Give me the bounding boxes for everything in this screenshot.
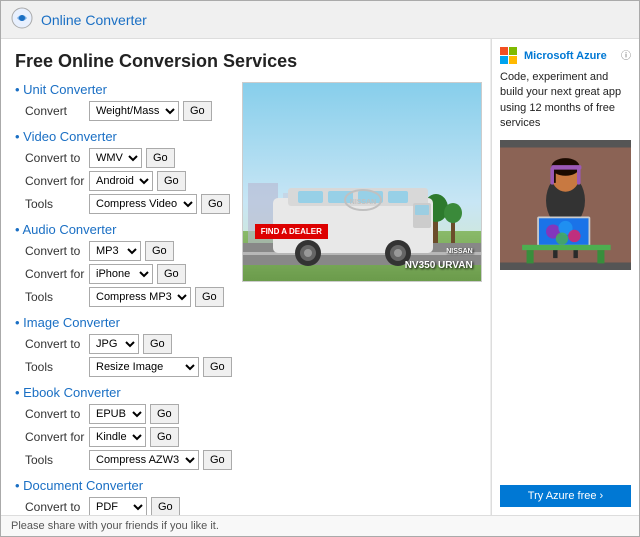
row-doc-to: Convert to PDFDOCDOCXTXT Go <box>15 497 232 515</box>
converters-list: Unit Converter Convert Weight/Mass Lengt… <box>15 82 232 515</box>
main-window: Online Converter Free Online Conversion … <box>0 0 640 537</box>
section-image: Image Converter Convert to JPGPNGGIFBMP … <box>15 315 232 377</box>
svg-text:NISSAN: NISSAN <box>349 199 375 206</box>
section-title-video[interactable]: Video Converter <box>15 129 232 144</box>
row-image-to: Convert to JPGPNGGIFBMP Go <box>15 334 232 354</box>
try-azure-button[interactable]: Try Azure free › <box>500 485 631 507</box>
section-video: Video Converter Convert to WMVMP4AVIMOV … <box>15 129 232 214</box>
nissan-ad-container: ⓘ × <box>242 82 487 515</box>
row-ebook-for: Convert for KindleiPadKobo Go <box>15 427 232 447</box>
section-unit: Unit Converter Convert Weight/Mass Lengt… <box>15 82 232 121</box>
azure-ad: Microsoft Azure ⓘ Code, experiment and b… <box>491 39 639 515</box>
go-ebook-tools-button[interactable]: Go <box>203 450 232 470</box>
app-icon <box>11 7 33 32</box>
go-video-for-button[interactable]: Go <box>157 171 186 191</box>
app-title: Online Converter <box>41 12 147 28</box>
select-doc-format[interactable]: PDFDOCDOCXTXT <box>89 497 147 515</box>
row-video-for: Convert for AndroidiPhoneiPad Go <box>15 171 232 191</box>
row-audio-tools: Tools Compress MP3Trim Audio Go <box>15 287 232 307</box>
select-video-tools[interactable]: Compress VideoTrim Video <box>89 194 197 214</box>
select-ebook-format[interactable]: EPUBMOBIPDFAZW3 <box>89 404 146 424</box>
label-audio-tools: Tools <box>25 290 85 304</box>
footer-bar: Please share with your friends if you li… <box>1 515 639 536</box>
label-video-for: Convert for <box>25 174 85 188</box>
label-video-to: Convert to <box>25 151 85 165</box>
select-ebook-tools[interactable]: Compress AZW3Split Ebook <box>89 450 199 470</box>
row-audio-for: Convert for iPhoneAndroidiPad Go <box>15 264 232 284</box>
page-title: Free Online Conversion Services <box>15 51 476 72</box>
content-area: Free Online Conversion Services Unit Con… <box>1 39 639 515</box>
select-image-format[interactable]: JPGPNGGIFBMP <box>89 334 139 354</box>
label-unit-convert: Convert <box>25 104 85 118</box>
section-title-ebook[interactable]: Ebook Converter <box>15 385 232 400</box>
logo-sq-yellow <box>509 56 517 64</box>
footer-text: Please share with your friends if you li… <box>11 520 219 532</box>
go-image-tools-button[interactable]: Go <box>203 357 232 377</box>
label-image-tools: Tools <box>25 360 85 374</box>
go-ebook-to-button[interactable]: Go <box>150 404 179 424</box>
section-title-image[interactable]: Image Converter <box>15 315 232 330</box>
main-panel: Free Online Conversion Services Unit Con… <box>1 39 491 515</box>
label-ebook-tools: Tools <box>25 453 85 467</box>
label-audio-for: Convert for <box>25 267 85 281</box>
section-title-document[interactable]: Document Converter <box>15 478 232 493</box>
label-doc-to: Convert to <box>25 500 85 514</box>
find-dealer-button[interactable]: FIND A DEALER <box>255 224 328 239</box>
microsoft-logo-icon <box>500 47 517 64</box>
logo-sq-green <box>509 47 517 55</box>
select-ebook-device[interactable]: KindleiPadKobo <box>89 427 146 447</box>
azure-info-icon[interactable]: ⓘ <box>621 47 631 62</box>
select-audio-tools[interactable]: Compress MP3Trim Audio <box>89 287 191 307</box>
select-video-device[interactable]: AndroidiPhoneiPad <box>89 171 153 191</box>
go-audio-to-button[interactable]: Go <box>145 241 174 261</box>
nissan-caption: NISSAN <box>446 248 472 255</box>
azure-image <box>500 140 631 270</box>
select-unit-weight[interactable]: Weight/Mass Length Volume Temperature Sp… <box>89 101 179 121</box>
go-audio-tools-button[interactable]: Go <box>195 287 224 307</box>
right-panel: Microsoft Azure ⓘ Code, experiment and b… <box>491 39 639 515</box>
select-image-tools[interactable]: Resize ImageCrop ImageCompress Image <box>89 357 199 377</box>
row-unit-convert: Convert Weight/Mass Length Volume Temper… <box>15 101 232 121</box>
azure-logo: Microsoft Azure <box>500 47 607 64</box>
azure-brand-title: Microsoft Azure <box>524 50 607 62</box>
label-audio-to: Convert to <box>25 244 85 258</box>
row-ebook-to: Convert to EPUBMOBIPDFAZW3 Go <box>15 404 232 424</box>
row-video-tools: Tools Compress VideoTrim Video Go <box>15 194 232 214</box>
azure-ad-header: Microsoft Azure ⓘ <box>500 47 631 64</box>
select-audio-format[interactable]: MP3WAVAACOGG <box>89 241 141 261</box>
logo-sq-red <box>500 47 508 55</box>
go-doc-to-button[interactable]: Go <box>151 497 180 515</box>
section-title-audio[interactable]: Audio Converter <box>15 222 232 237</box>
label-image-to: Convert to <box>25 337 85 351</box>
main-content-top: Unit Converter Convert Weight/Mass Lengt… <box>15 82 476 515</box>
go-audio-for-button[interactable]: Go <box>157 264 186 284</box>
azure-description: Code, experiment and build your next gre… <box>500 70 631 132</box>
label-ebook-to: Convert to <box>25 407 85 421</box>
go-video-tools-button[interactable]: Go <box>201 194 230 214</box>
title-bar: Online Converter <box>1 1 639 39</box>
select-audio-device[interactable]: iPhoneAndroidiPad <box>89 264 153 284</box>
section-document: Document Converter Convert to PDFDOCDOCX… <box>15 478 232 515</box>
go-unit-button[interactable]: Go <box>183 101 212 121</box>
section-title-unit[interactable]: Unit Converter <box>15 82 232 97</box>
row-image-tools: Tools Resize ImageCrop ImageCompress Ima… <box>15 357 232 377</box>
row-video-to: Convert to WMVMP4AVIMOV Go <box>15 148 232 168</box>
go-ebook-for-button[interactable]: Go <box>150 427 179 447</box>
logo-sq-blue <box>500 56 508 64</box>
go-video-to-button[interactable]: Go <box>146 148 175 168</box>
label-video-tools: Tools <box>25 197 85 211</box>
section-audio: Audio Converter Convert to MP3WAVAACOGG … <box>15 222 232 307</box>
label-ebook-for: Convert for <box>25 430 85 444</box>
go-image-to-button[interactable]: Go <box>143 334 172 354</box>
row-audio-to: Convert to MP3WAVAACOGG Go <box>15 241 232 261</box>
nissan-ad-banner[interactable]: ⓘ × <box>242 82 482 282</box>
nissan-model: NV350 URVAN <box>405 260 473 271</box>
section-ebook: Ebook Converter Convert to EPUBMOBIPDFAZ… <box>15 385 232 470</box>
select-video-format[interactable]: WMVMP4AVIMOV <box>89 148 142 168</box>
row-ebook-tools: Tools Compress AZW3Split Ebook Go <box>15 450 232 470</box>
